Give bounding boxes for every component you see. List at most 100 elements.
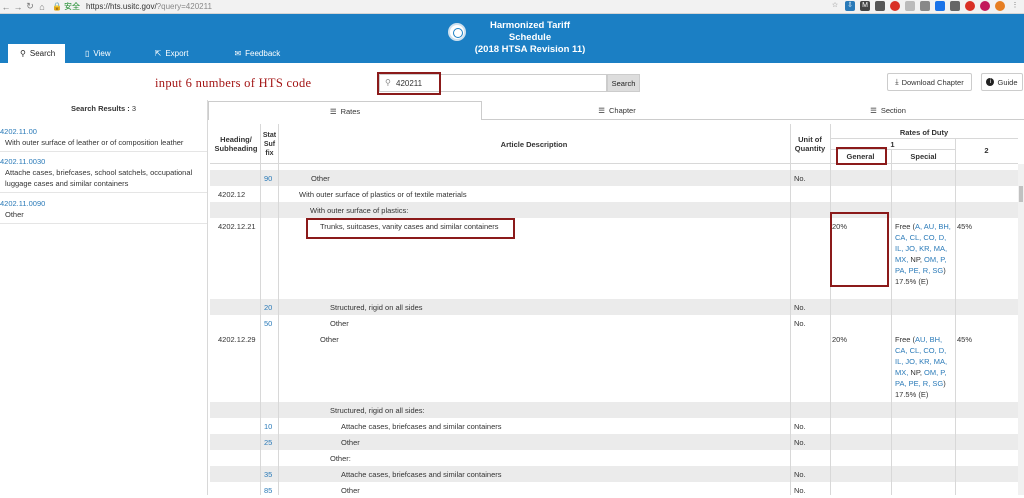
tab-export[interactable]: ⇱ Export — [143, 44, 201, 63]
gmail-icon[interactable]: M — [860, 1, 870, 11]
info-icon: i — [986, 78, 995, 86]
download-ext-icon[interactable]: ⇩ — [845, 1, 855, 11]
pinterest-icon[interactable] — [980, 1, 990, 11]
stat-suffix-link[interactable]: 35 — [264, 469, 272, 480]
result-code[interactable]: 4202.11.00 — [0, 127, 207, 137]
result-desc: Attache cases, briefcases, school satche… — [5, 168, 193, 188]
stat-suffix-link[interactable]: 10 — [264, 421, 272, 432]
description-cell: Structured, rigid on all sides — [330, 303, 423, 312]
ext-image-icon[interactable] — [905, 1, 915, 11]
special-rate-value: 17.5% (E) — [895, 390, 929, 399]
unit-cell: No. — [794, 174, 806, 183]
special-rate-cell: Free (A, AU, BH, CA, CL, CO, D, IL, JO, … — [895, 221, 953, 287]
annotation-box-general — [836, 147, 887, 165]
site-header: Harmonized Tariff Schedule (2018 HTSA Re… — [0, 14, 1024, 63]
col-2: 2 — [984, 145, 989, 155]
description-cell: Attache cases, briefcases and similar co… — [341, 470, 502, 479]
special-text: Free ( — [895, 335, 916, 344]
col-stat: Stat Suf fix — [262, 131, 277, 157]
star-icon[interactable]: ☆ — [830, 1, 840, 11]
description-cell: Other — [320, 335, 339, 344]
ext-red-icon[interactable] — [890, 1, 900, 11]
list-icon: ☰ — [870, 106, 877, 115]
download-chapter-button[interactable]: ⤓ Download Chapter — [887, 73, 972, 91]
ext-shield-icon[interactable] — [935, 1, 945, 11]
subtab-divider — [482, 119, 1024, 120]
ext-reader-icon[interactable] — [920, 1, 930, 11]
table-row: 10 Attache cases, briefcases and similar … — [210, 418, 1018, 434]
col-article: Article Description — [500, 139, 568, 149]
special-rate-value: 17.5% (E) — [895, 277, 929, 286]
search-button[interactable]: Search — [607, 74, 640, 92]
scrollbar-thumb[interactable] — [1019, 186, 1023, 202]
annotation-box-description — [306, 218, 515, 239]
lock-icon: 🔒 — [52, 2, 62, 11]
table-row: 35 Attache cases, briefcases and similar … — [210, 466, 1018, 482]
table-row: 50 Other No. — [210, 315, 1018, 331]
general-rate-cell: 20% — [832, 335, 848, 344]
feedback-icon: ✉ — [234, 49, 242, 58]
table-row: Structured, rigid on all sides: — [210, 402, 1018, 418]
forward-icon[interactable]: → — [12, 2, 24, 12]
unit-cell: No. — [794, 438, 806, 447]
tab-view[interactable]: ▯ View — [73, 44, 123, 63]
special-text: NP, — [908, 368, 925, 377]
grid-line — [260, 124, 261, 495]
back-icon[interactable]: ← — [0, 2, 12, 12]
tab-search[interactable]: ⚲ Search — [8, 44, 65, 63]
subtab-chapter[interactable]: ☰ Chapter — [482, 101, 752, 120]
seal-logo — [448, 23, 466, 41]
result-item[interactable]: 4202.11.0090 Other — [0, 199, 207, 224]
address-bar[interactable]: 🔒 安全 https://hts.usitc.gov/?query=420211 — [52, 1, 212, 13]
result-desc: With outer surface of leather or of comp… — [5, 138, 184, 147]
annotation-box-search — [377, 72, 441, 95]
special-text: NP, — [908, 255, 925, 264]
description-cell: Structured, rigid on all sides: — [330, 406, 425, 415]
tab-feedback[interactable]: ✉ Feedback — [222, 44, 292, 63]
stat-suffix-link[interactable]: 25 — [264, 437, 272, 448]
unit-cell: No. — [794, 303, 806, 312]
special-text: ) — [943, 379, 946, 388]
stat-suffix-link[interactable]: 50 — [264, 318, 272, 329]
extensions-bar: ☆ ⇩ M ⋮ — [830, 1, 1020, 11]
secure-label: 安全 — [63, 2, 80, 11]
list-icon: ☰ — [329, 106, 337, 116]
description-cell: Other — [311, 174, 330, 183]
column2-rate-cell: 45% — [957, 222, 973, 231]
result-item[interactable]: 4202.11.00 With outer surface of leather… — [0, 127, 207, 152]
stat-suffix-link[interactable]: 20 — [264, 302, 272, 313]
browser-toolbar: ← → ↻ ⌂ 🔒 安全 https://hts.usitc.gov/?quer… — [0, 0, 1024, 14]
url-text: https://hts.usitc.gov/?query=420211 — [85, 2, 212, 11]
grid-line — [210, 163, 1018, 164]
table-row: 90 Other No. — [210, 170, 1018, 186]
col-rates: Rates of Duty — [899, 127, 949, 137]
home-icon[interactable]: ⌂ — [36, 2, 48, 12]
stat-suffix-link[interactable]: 85 — [264, 485, 272, 496]
unit-cell: No. — [794, 486, 806, 495]
ext-stop-icon[interactable] — [965, 1, 975, 11]
grid-line — [955, 138, 956, 495]
unit-cell: No. — [794, 422, 806, 431]
ext-icon[interactable] — [875, 1, 885, 11]
table-row: With outer surface of plastics: — [210, 202, 1018, 218]
table-scrollbar[interactable] — [1018, 164, 1024, 495]
description-cell: Other — [341, 486, 360, 495]
stat-suffix-link[interactable]: 90 — [264, 173, 272, 184]
guide-button[interactable]: i Guide — [981, 73, 1023, 91]
ext-orange-icon[interactable] — [995, 1, 1005, 11]
heading-cell: 4202.12.29 — [218, 335, 256, 344]
col-unit: Unit of Quantity — [794, 135, 826, 153]
ext-gear-icon[interactable] — [950, 1, 960, 11]
result-code[interactable]: 4202.11.0090 — [0, 199, 207, 209]
main-tabs: ⚲ Search ▯ View ⇱ Export ✉ Feedback — [0, 44, 292, 63]
menu-icon[interactable]: ⋮ — [1010, 1, 1020, 11]
result-item[interactable]: 4202.11.0030 Attache cases, briefcases, … — [0, 157, 207, 193]
annotation-box-rate — [830, 212, 889, 287]
column2-rate-cell: 45% — [957, 335, 973, 344]
table-row: 4202.12.29 Other 20% 45% Free (AU, BH, CA, C… — [210, 331, 1018, 402]
subtab-section[interactable]: ☰ Section — [752, 101, 1024, 120]
reload-icon[interactable]: ↻ — [24, 1, 36, 12]
description-cell: Other: — [330, 454, 351, 463]
result-code[interactable]: 4202.11.0030 — [0, 157, 207, 167]
subtab-rates[interactable]: ☰ Rates — [208, 101, 482, 120]
